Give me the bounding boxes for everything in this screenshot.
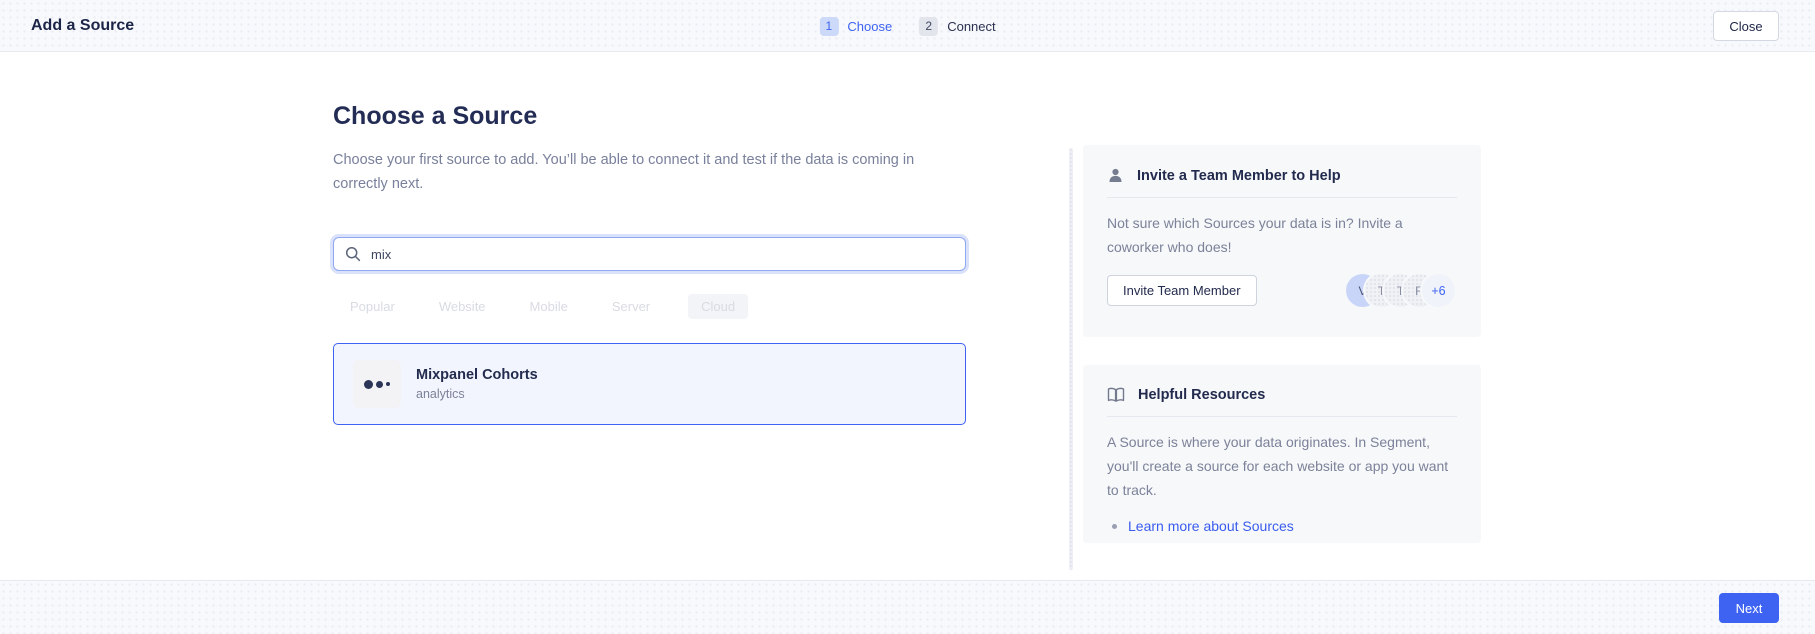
modal-header: Add a Source 1 Choose 2 Connect Close bbox=[0, 0, 1815, 52]
choose-source-section: Choose a Source Choose your first source… bbox=[333, 53, 966, 425]
step-1-number-badge: 1 bbox=[819, 17, 838, 36]
resource-link-item: Learn more about Sources bbox=[1107, 518, 1457, 534]
step-connect[interactable]: 2 Connect bbox=[919, 17, 995, 36]
team-avatar-stack: V T T R +6 bbox=[1346, 274, 1457, 307]
help-sidebar: Invite a Team Member to Help Not sure wh… bbox=[1083, 145, 1481, 543]
avatar-overflow-badge: +6 bbox=[1422, 274, 1455, 307]
person-icon bbox=[1107, 167, 1124, 184]
tab-cloud[interactable]: Cloud bbox=[688, 294, 748, 319]
step-2-label: Connect bbox=[947, 19, 995, 34]
invite-panel-header: Invite a Team Member to Help bbox=[1107, 145, 1457, 184]
invite-panel-title: Invite a Team Member to Help bbox=[1137, 168, 1341, 184]
source-card-title: Mixpanel Cohorts bbox=[416, 367, 538, 383]
invite-panel-body: Not sure which Sources your data is in? … bbox=[1107, 211, 1457, 259]
page-description: Choose your first source to add. You’ll … bbox=[333, 148, 933, 196]
search-icon bbox=[345, 246, 361, 262]
tab-server[interactable]: Server bbox=[612, 299, 650, 314]
source-card-category: analytics bbox=[416, 387, 538, 401]
resources-panel-title: Helpful Resources bbox=[1138, 387, 1265, 403]
book-icon bbox=[1107, 387, 1125, 403]
invite-team-member-button[interactable]: Invite Team Member bbox=[1107, 275, 1257, 306]
bullet-icon bbox=[1112, 524, 1117, 529]
invite-row: Invite Team Member V T T R +6 bbox=[1107, 274, 1457, 307]
resources-panel-header: Helpful Resources bbox=[1107, 365, 1457, 403]
step-1-label: Choose bbox=[847, 19, 892, 34]
step-choose[interactable]: 1 Choose bbox=[819, 17, 892, 36]
mixpanel-logo-icon bbox=[353, 360, 401, 408]
modal-title: Add a Source bbox=[31, 17, 134, 35]
tab-website[interactable]: Website bbox=[439, 299, 486, 314]
invite-team-panel: Invite a Team Member to Help Not sure wh… bbox=[1083, 145, 1481, 337]
page-title: Choose a Source bbox=[333, 101, 966, 131]
content-scrollbar[interactable] bbox=[1069, 148, 1073, 570]
learn-more-sources-link[interactable]: Learn more about Sources bbox=[1128, 518, 1294, 534]
step-2-number-badge: 2 bbox=[919, 17, 938, 36]
source-card-text: Mixpanel Cohorts analytics bbox=[416, 367, 538, 401]
modal-footer: Next bbox=[0, 580, 1815, 634]
divider bbox=[1107, 416, 1457, 417]
source-card-mixpanel-cohorts[interactable]: Mixpanel Cohorts analytics bbox=[333, 343, 966, 425]
resources-panel-body: A Source is where your data originates. … bbox=[1107, 430, 1457, 502]
search-input[interactable] bbox=[333, 237, 966, 271]
add-source-modal: Add a Source 1 Choose 2 Connect Close Ch… bbox=[0, 0, 1815, 634]
modal-content: Choose a Source Choose your first source… bbox=[0, 53, 1815, 580]
source-search bbox=[333, 237, 966, 271]
next-button[interactable]: Next bbox=[1719, 593, 1779, 623]
wizard-stepper: 1 Choose 2 Connect bbox=[819, 0, 995, 52]
tab-popular[interactable]: Popular bbox=[350, 299, 395, 314]
tab-mobile[interactable]: Mobile bbox=[530, 299, 568, 314]
close-button[interactable]: Close bbox=[1713, 11, 1779, 41]
divider bbox=[1107, 197, 1457, 198]
category-tabs: Popular Website Mobile Server Cloud bbox=[333, 293, 966, 319]
helpful-resources-panel: Helpful Resources A Source is where your… bbox=[1083, 365, 1481, 543]
